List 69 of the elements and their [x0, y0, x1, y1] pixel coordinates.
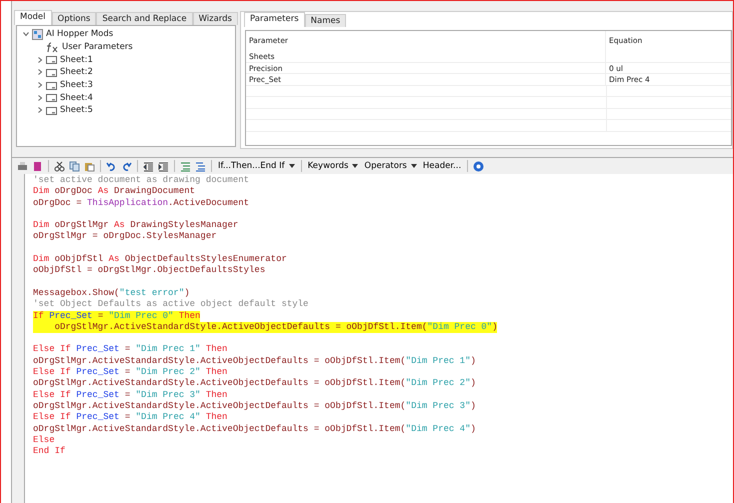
code-line: Else If Prec_Set = "Dim Prec 2" Then [33, 367, 228, 378]
expand-chevron-icon[interactable] [37, 94, 43, 101]
code-line: oDrgStlMgr.ActiveStandardStyle.ActiveObjectDefaults = oObjDfStl.Item("Dim Prec 1") [33, 356, 476, 368]
assembly-icon [32, 28, 43, 40]
tree-item[interactable]: Sheet:2 [60, 67, 93, 78]
tree-item[interactable]: AI Hopper Mods [46, 29, 114, 40]
expand-chevron-icon[interactable] [37, 107, 43, 114]
comment-lines-icon [180, 160, 191, 172]
dropdown-button[interactable]: If...Then...End If [216, 159, 297, 173]
code-line: oObjDfStl = oDrgStlMgr.ObjectDefaultsStyles [33, 265, 266, 277]
collapse-chevron-icon[interactable] [23, 31, 29, 38]
indent-icon [158, 160, 169, 172]
code-editor[interactable] [24, 174, 733, 503]
code-line: oDrgStlMgr.ActiveStandardStyle.ActiveObjectDefaults = oObjDfStl.Item("Dim Prec 3") [33, 400, 476, 412]
tree-item[interactable]: User Parameters [62, 42, 133, 52]
tab[interactable]: Search and Replace [96, 12, 193, 25]
tab[interactable]: Wizards [192, 12, 238, 25]
code-line: End If [33, 446, 66, 458]
tab[interactable]: Parameters [244, 12, 305, 27]
expand-chevron-icon[interactable] [37, 69, 43, 76]
code-line: Dim oObjDfStl As ObjectDefaultsStylesEnumerator [33, 254, 287, 266]
scissors-icon [54, 160, 65, 172]
tree-item[interactable]: Sheet:1 [60, 54, 93, 65]
caret-icon [352, 164, 358, 168]
code-line: Dim oDrgStlMgr As DrawingStylesManager [33, 220, 238, 232]
code-line: Else [33, 434, 55, 446]
caret-icon [410, 164, 417, 168]
scissors-button[interactable] [53, 159, 66, 173]
code-line: 'set active document as drawing document [33, 175, 250, 186]
help-button[interactable] [472, 159, 486, 173]
sheet-icon [46, 80, 57, 91]
code-line: oDrgStlMgr.ActiveStandardStyle.ActiveObjectDefaults = oObjDfStl.Item("Dim Prec 2") [33, 378, 476, 390]
code-line: Else If Prec_Set = "Dim Prec 4" Then [33, 412, 228, 424]
code-line: Else If Prec_Set = "Dim Prec 3" Then [33, 390, 228, 401]
sheet-icon [46, 104, 57, 116]
paste-icon [84, 160, 95, 172]
copy-icon [69, 160, 80, 172]
sheet-icon [46, 66, 57, 78]
redo-icon [121, 160, 132, 172]
expand-chevron-icon[interactable] [37, 82, 43, 88]
uncomment-lines-icon [195, 160, 206, 172]
tree-item[interactable]: Sheet:5 [60, 105, 93, 116]
code-line: oDrgDoc = ThisApplication.ActiveDocument [33, 198, 250, 209]
code-line: Else If Prec_Set = "Dim Prec 1" Then [33, 344, 228, 356]
tree-item[interactable]: Sheet:3 [60, 80, 93, 90]
expand-chevron-icon[interactable] [37, 56, 43, 63]
caret-icon [288, 164, 295, 168]
dropdown-button[interactable]: Keywords [306, 159, 360, 173]
dropdown-button[interactable]: Operators [362, 159, 419, 173]
tab[interactable]: Model [14, 10, 52, 25]
outdent-icon [143, 160, 154, 172]
sheet-icon [46, 54, 57, 66]
code-line: oDrgStlMgr.ActiveStandardStyle.ActiveObjectDefaults = oObjDfStl.Item("Dim Prec 4") [33, 424, 476, 435]
code-line: Dim oDrgDoc As DrawingDocument [33, 186, 196, 198]
code-line: oDrgStlMgr = oDrgDoc.StylesManager [33, 231, 217, 243]
toolbar-button[interactable]: Header... [420, 159, 464, 173]
undo-icon [106, 160, 117, 172]
function-icon [46, 42, 59, 53]
help-icon [473, 160, 484, 172]
tab[interactable]: Names [304, 14, 346, 27]
code-line: 'set Object Defaults as active object default style [33, 299, 308, 311]
print-icon [17, 160, 28, 172]
tree-item[interactable]: Sheet:4 [60, 92, 93, 103]
tab[interactable]: Options [52, 12, 96, 25]
code-line: Messagebox.Show("test error") [33, 288, 190, 300]
sheet-icon [46, 92, 57, 104]
book-icon [32, 160, 43, 172]
print-button[interactable] [16, 159, 29, 173]
book-button[interactable] [31, 159, 44, 173]
